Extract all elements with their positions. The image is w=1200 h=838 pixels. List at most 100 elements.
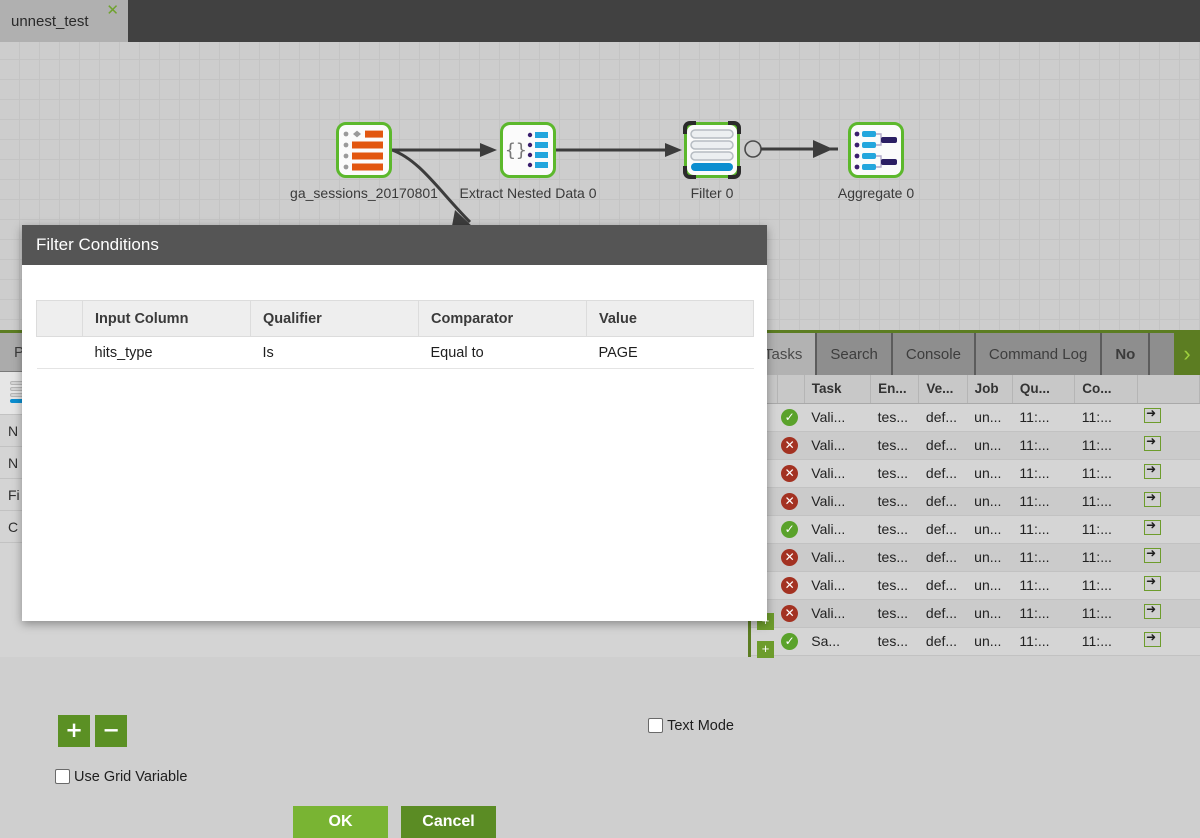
cell-actions[interactable] [1137,431,1200,460]
aggregate-icon [851,125,901,175]
table-row[interactable]: + Sa... tes... def... un... 11:... 11:..… [751,627,1200,658]
expand-row-icon[interactable]: + [757,641,774,658]
table-row[interactable]: Vali... tes... def... un... 11:... 11:..… [751,403,1200,432]
tab-console[interactable]: Console [892,333,976,375]
use-grid-variable-checkbox[interactable]: Use Grid Variable [55,769,187,785]
col-comparator[interactable]: Comparator [418,300,587,337]
cell-queued: 11:... [1012,599,1075,628]
col-task[interactable]: Task [804,375,872,404]
col-environment[interactable]: En... [870,375,920,404]
cell-actions[interactable] [1137,403,1200,432]
cell-job: un... [967,571,1013,600]
table-input-icon [339,125,389,175]
cell-completed: 11:... [1074,627,1138,656]
table-row[interactable]: Vali... tes... def... un... 11:... 11:..… [751,571,1200,600]
table-row[interactable]: hits_type Is Equal to PAGE [36,336,754,369]
cell-environment: tes... [870,403,919,432]
cell-environment: tes... [870,543,919,572]
cell-version: def... [918,403,968,432]
table-row[interactable]: Vali... tes... def... un... 11:... 11:..… [751,459,1200,488]
table-row[interactable]: + Vali... tes... def... un... 11:... 11:… [751,599,1200,630]
document-tab-unnest-test[interactable]: unnest_test ✕ [0,0,128,42]
cell-version: def... [918,515,968,544]
cancel-button[interactable]: Cancel [401,806,496,838]
cell-queued: 11:... [1012,431,1075,460]
text-mode-checkbox[interactable]: Text Mode [648,718,734,734]
cell-actions[interactable] [1137,487,1200,516]
cell-job: un... [967,487,1013,516]
go-to-task-icon[interactable] [1144,630,1162,647]
go-to-task-icon[interactable] [1144,490,1162,507]
cell-queued: 11:... [1012,403,1075,432]
task-panel[interactable]: Tasks Search Console Command Log No › Ta… [748,330,1200,658]
cell-actions[interactable] [1137,599,1200,628]
cell-input-column[interactable]: hits_type [82,336,251,369]
cell-job: un... [967,599,1013,628]
tab-command-log[interactable]: Command Log [975,333,1103,375]
go-to-task-icon[interactable] [1144,602,1162,619]
remove-row-button[interactable]: − [95,715,127,747]
tab-notices[interactable]: No [1102,333,1151,375]
cell-actions[interactable] [1137,571,1200,600]
col-input-column[interactable]: Input Column [82,300,251,337]
checkbox-icon[interactable] [55,769,70,784]
task-table-body: Vali... tes... def... un... 11:... 11:..… [751,403,1200,658]
col-job[interactable]: Job [967,375,1013,404]
status-error-icon [781,548,799,566]
go-to-task-icon[interactable] [1144,546,1162,563]
cell-actions[interactable] [1137,627,1200,656]
cell-qualifier[interactable]: Is [250,336,419,369]
cell-queued: 11:... [1012,627,1075,656]
flow-node-extract[interactable]: {} Extract Nested Data 0 [460,122,596,201]
tab-search[interactable]: Search [817,333,893,375]
cell-environment: tes... [870,515,919,544]
table-row[interactable]: Vali... tes... def... un... 11:... 11:..… [751,487,1200,516]
cell-queued: 11:... [1012,487,1075,516]
cell-actions[interactable] [1137,543,1200,572]
cell-actions[interactable] [1137,515,1200,544]
cell-task: Vali... [804,459,871,488]
row-status [777,599,805,628]
flow-node-aggregate[interactable]: Aggregate 0 [838,122,914,201]
svg-text:{}: {} [505,140,527,161]
go-to-task-icon[interactable] [1144,434,1162,451]
flow-node-filter[interactable]: Filter 0 [683,121,741,201]
col-version[interactable]: Ve... [918,375,968,404]
flow-node-label-extract: Extract Nested Data 0 [459,185,597,201]
col-status [777,375,805,404]
ok-button[interactable]: OK [293,806,388,838]
go-to-task-icon[interactable] [1144,406,1162,423]
flow-node-label-aggregate: Aggregate 0 [837,185,915,201]
flow-node-source[interactable]: ga_sessions_20170801 [290,122,438,201]
table-row[interactable]: Vali... tes... def... un... 11:... 11:..… [751,543,1200,572]
row-status [777,571,805,600]
col-value[interactable]: Value [586,300,754,337]
add-row-button[interactable]: + [58,715,90,747]
cell-completed: 11:... [1074,515,1138,544]
row-status [777,515,805,544]
chevron-right-icon[interactable]: › [1174,333,1200,375]
row-status [777,431,805,460]
close-icon[interactable]: ✕ [106,2,119,18]
cell-value[interactable]: PAGE [586,336,754,369]
cell-queued: 11:... [1012,515,1075,544]
col-row-handle [36,300,83,337]
cell-actions[interactable] [1137,459,1200,488]
col-queued[interactable]: Qu... [1012,375,1076,404]
checkbox-icon[interactable] [648,718,664,733]
cell-comparator[interactable]: Equal to [418,336,587,369]
document-tab-label: unnest_test [11,12,89,30]
cell-completed: 11:... [1074,431,1138,460]
table-row[interactable]: Vali... tes... def... un... 11:... 11:..… [751,431,1200,460]
status-error-icon [781,436,799,454]
go-to-task-icon[interactable] [1144,462,1162,479]
table-row[interactable]: Vali... tes... def... un... 11:... 11:..… [751,515,1200,544]
cell-queued: 11:... [1012,571,1075,600]
go-to-task-icon[interactable] [1144,518,1162,535]
task-panel-tabs[interactable]: Tasks Search Console Command Log No › [751,333,1200,375]
document-tabbar[interactable]: unnest_test ✕ [0,0,1200,42]
go-to-task-icon[interactable] [1144,574,1162,591]
col-completed[interactable]: Co... [1074,375,1138,404]
row-handle[interactable] [36,336,83,369]
col-qualifier[interactable]: Qualifier [250,300,419,337]
